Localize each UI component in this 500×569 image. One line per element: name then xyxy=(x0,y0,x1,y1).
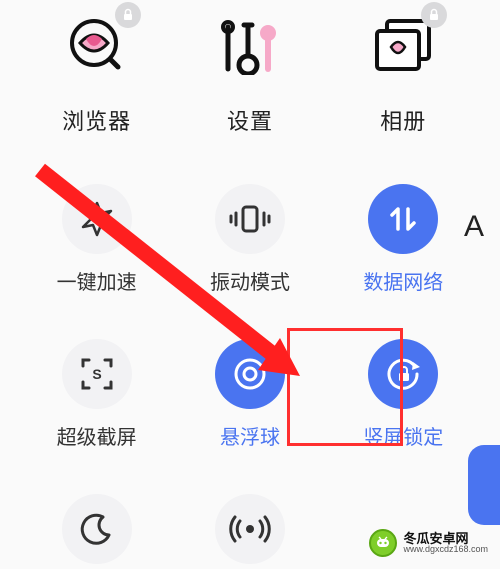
app-browser[interactable]: 浏览器 xyxy=(27,10,167,136)
float-ball-icon xyxy=(215,339,285,409)
watermark-url: www.dgxcdz168.com xyxy=(403,545,488,554)
moon-icon xyxy=(62,494,132,564)
qs-label: 一键加速 xyxy=(57,266,137,295)
settings-icon xyxy=(214,10,286,82)
lock-badge-icon xyxy=(115,2,141,28)
qs-hotspot[interactable] xyxy=(180,494,320,564)
qs-rotation-lock[interactable]: 竖屏锁定 xyxy=(333,339,473,450)
watermark-logo-icon xyxy=(369,529,397,557)
alpha-index-letter[interactable]: A xyxy=(464,210,484,244)
hotspot-icon xyxy=(215,494,285,564)
qs-float-ball[interactable]: 悬浮球 xyxy=(180,339,320,450)
app-label: 设置 xyxy=(227,104,273,136)
boost-icon xyxy=(62,184,132,254)
app-label: 浏览器 xyxy=(62,104,131,136)
svg-text:S: S xyxy=(92,366,101,382)
watermark: 冬瓜安卓网 www.dgxcdz168.com xyxy=(369,529,488,557)
rotation-lock-icon xyxy=(368,339,438,409)
qs-label: 超级截屏 xyxy=(57,421,137,450)
app-row: 浏览器 设置 相册 xyxy=(0,10,500,136)
app-label: 相册 xyxy=(380,104,426,136)
app-settings[interactable]: 设置 xyxy=(180,10,320,136)
side-handle[interactable] xyxy=(468,445,500,525)
qs-screenshot[interactable]: S 超级截屏 xyxy=(27,339,167,450)
app-gallery[interactable]: 相册 xyxy=(333,10,473,136)
qs-label: 振动模式 xyxy=(210,266,290,295)
gallery-icon xyxy=(367,10,439,82)
qs-boost[interactable]: 一键加速 xyxy=(27,184,167,295)
qs-night-mode[interactable] xyxy=(27,494,167,564)
qs-label: 悬浮球 xyxy=(220,421,280,450)
qs-row: 一键加速 振动模式 数据网络 xyxy=(0,184,500,295)
qs-row: S 超级截屏 悬浮球 竖屏锁定 xyxy=(0,339,500,450)
qs-label: 数据网络 xyxy=(363,266,443,295)
screenshot-icon: S xyxy=(62,339,132,409)
lock-badge-icon xyxy=(421,2,447,28)
quick-settings-panel: 一键加速 振动模式 数据网络 S 超级截屏 悬浮球 xyxy=(0,184,500,564)
qs-vibrate[interactable]: 振动模式 xyxy=(180,184,320,295)
qs-label: 竖屏锁定 xyxy=(363,421,443,450)
mobile-data-icon xyxy=(368,184,438,254)
browser-icon xyxy=(61,10,133,82)
vibrate-icon xyxy=(215,184,285,254)
qs-mobile-data[interactable]: 数据网络 xyxy=(333,184,473,295)
